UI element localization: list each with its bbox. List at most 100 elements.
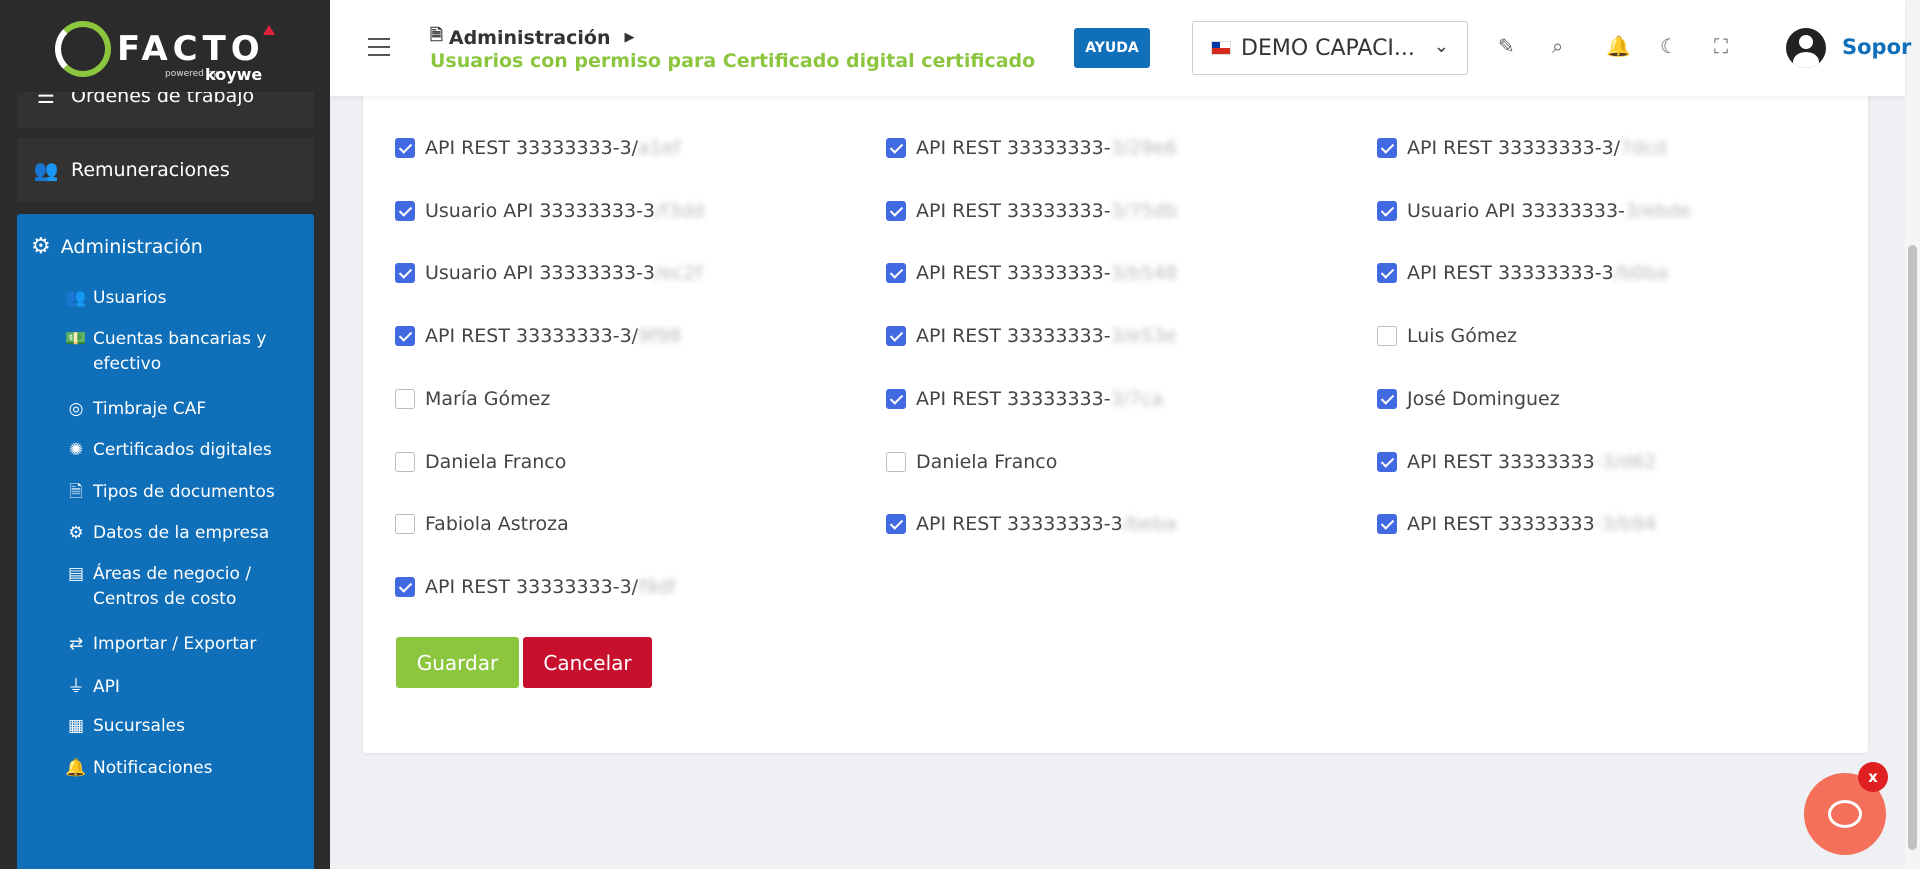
checkbox-checked[interactable] (395, 138, 415, 158)
user-checkbox[interactable]: API REST 33333333-3/d62 (1377, 451, 1656, 473)
logo-accent-icon (263, 25, 275, 35)
sidebar-subitem[interactable]: ⏚ API (65, 675, 305, 700)
user-name[interactable]: Sopor (1842, 35, 1911, 59)
edit-icon[interactable]: ✎ (1498, 34, 1515, 58)
checkbox-checked[interactable] (1377, 138, 1397, 158)
bell-icon: 🔔 (65, 758, 87, 778)
checkbox-checked[interactable] (395, 577, 415, 597)
checkbox-checked[interactable] (886, 326, 906, 346)
user-checkbox[interactable]: API REST 33333333-3/a1ef (395, 137, 680, 159)
sidebar-subitem[interactable]: ✺ Certificados digitales (65, 438, 305, 463)
checkbox-label: API REST 33333333-3/b548 (916, 262, 1177, 284)
user-name-prefix: API REST 33333333-3 (1407, 262, 1614, 284)
sidebar-subitem-label: Datos de la empresa (93, 523, 270, 543)
user-name-prefix: API REST 33333333- (916, 388, 1111, 410)
moon-icon[interactable]: ☾ (1660, 34, 1678, 58)
user-checkbox[interactable]: API REST 33333333-3/b0ba (1377, 262, 1668, 284)
user-name-prefix: José Dominguez (1407, 388, 1560, 410)
gear-icon: ⚙ (68, 523, 84, 543)
sidebar-subitem[interactable]: 💵 Cuentas bancarias y efectivo (65, 327, 305, 377)
cancel-button[interactable]: Cancelar (523, 637, 652, 688)
checkbox-unchecked[interactable] (395, 514, 415, 534)
caret-right-icon: ▶ (624, 30, 635, 45)
user-checkbox[interactable]: Usuario API 33333333-3/ebde (1377, 200, 1691, 222)
user-checkbox[interactable]: API REST 33333333-3/7dcd (1377, 137, 1667, 159)
checkbox-checked[interactable] (886, 138, 906, 158)
user-checkbox[interactable]: Usuario API 33333333-3/ec2f (395, 262, 702, 284)
checkbox-unchecked[interactable] (1377, 326, 1397, 346)
checkbox-checked[interactable] (395, 263, 415, 283)
user-name-redacted: f9df (638, 576, 676, 598)
sidebar-subitem[interactable]: ▦ Sucursales (65, 714, 305, 739)
checkbox-unchecked[interactable] (886, 452, 906, 472)
user-name-redacted: 7dcd (1620, 137, 1667, 159)
user-checkbox[interactable]: API REST 33333333-3/b548 (886, 262, 1177, 284)
user-checkbox[interactable]: Luis Gómez (1377, 325, 1517, 347)
user-checkbox[interactable]: Daniela Franco (395, 451, 566, 473)
sidebar-item-administracion[interactable]: ⚙ Administración (31, 234, 203, 259)
checkbox-checked[interactable] (1377, 389, 1397, 409)
fullscreen-icon[interactable]: ⛶ (1714, 34, 1728, 58)
cogs-icon: ⚙ (31, 234, 51, 259)
sidebar-subitem[interactable]: ▤ Áreas de negocio / Centros de costo (65, 562, 305, 612)
checkbox-checked[interactable] (1377, 201, 1397, 221)
scrollbar-thumb[interactable] (1908, 245, 1917, 850)
checkbox-checked[interactable] (1377, 514, 1397, 534)
user-checkbox[interactable]: API REST 33333333-3/9f98 (395, 325, 681, 347)
user-name-redacted: a1ef (638, 137, 681, 159)
checkbox-label: Luis Gómez (1407, 325, 1517, 347)
checkbox-unchecked[interactable] (395, 452, 415, 472)
checkbox-checked[interactable] (1377, 452, 1397, 472)
sidebar-subitem[interactable]: 🔔 Notificaciones (65, 756, 305, 781)
user-name-prefix: Daniela Franco (425, 451, 567, 473)
company-select[interactable]: DEMO CAPACI... ⌄ (1192, 21, 1468, 75)
chat-close-button[interactable]: x (1858, 762, 1888, 792)
user-checkbox[interactable]: API REST 33333333-3/f9df (395, 576, 676, 598)
user-checkbox[interactable]: API REST 33333333-3/beba (886, 513, 1177, 535)
user-name-redacted: /beba (1122, 513, 1177, 535)
building-icon: ▦ (67, 716, 85, 736)
save-button[interactable]: Guardar (396, 637, 519, 688)
user-checkbox[interactable]: Usuario API 33333333-3/f3dd (395, 200, 704, 222)
checkbox-unchecked[interactable] (395, 389, 415, 409)
help-button[interactable]: AYUDA (1074, 28, 1150, 68)
checkbox-checked[interactable] (395, 201, 415, 221)
checkbox-checked[interactable] (886, 263, 906, 283)
user-checkbox[interactable]: API REST 33333333-3/75db (886, 200, 1177, 222)
search-icon[interactable]: ⌕ (1552, 34, 1563, 58)
facto-logo[interactable]: FACTO powered by koywe (0, 0, 330, 92)
user-checkbox[interactable]: Fabiola Astroza (395, 513, 569, 535)
sidebar-subitem[interactable]: ⚙ Datos de la empresa (65, 521, 305, 546)
user-name-redacted: 3/7ca (1110, 388, 1164, 410)
sidebar-subitem[interactable]: 👥 Usuarios (65, 286, 305, 311)
checkbox-label: Daniela Franco (425, 451, 566, 473)
chevron-down-icon: ⌄ (1433, 36, 1449, 57)
user-checkbox[interactable]: María Gómez (395, 388, 550, 410)
hamburger-menu-icon[interactable] (368, 38, 390, 56)
user-name-prefix: Fabiola Astroza (425, 513, 569, 535)
top-header: 🗎 Administración ▶ Usuarios con permiso … (330, 0, 1911, 96)
checkbox-checked[interactable] (395, 326, 415, 346)
sidebar-subitem[interactable]: ◎ Timbraje CAF (65, 397, 305, 422)
checkbox-checked[interactable] (1377, 263, 1397, 283)
sidebar-subitem[interactable]: 🗎 Tipos de documentos (65, 480, 305, 505)
sidebar-subitem[interactable]: ⇄ Importar / Exportar (65, 632, 305, 657)
user-checkbox[interactable]: API REST 33333333-3/29e6 (886, 137, 1177, 159)
user-checkbox[interactable]: Daniela Franco (886, 451, 1057, 473)
user-checkbox[interactable]: API REST 33333333-3/7ca (886, 388, 1163, 410)
checkbox-label: API REST 33333333-3/9f98 (425, 325, 681, 347)
user-name-prefix: API REST 33333333-3/ (425, 137, 639, 159)
user-checkbox[interactable]: API REST 33333333-3/e53e (886, 325, 1177, 347)
user-checkbox[interactable]: API REST 33333333-3/b94 (1377, 513, 1656, 535)
avatar[interactable] (1786, 28, 1826, 68)
bell-icon[interactable]: 🔔 (1606, 34, 1631, 58)
user-name-redacted: 3/ebde (1624, 200, 1691, 222)
user-checkbox[interactable]: José Dominguez (1377, 388, 1560, 410)
checkbox-checked[interactable] (886, 201, 906, 221)
breadcrumb[interactable]: 🗎 Administración ▶ (430, 24, 634, 51)
checkbox-checked[interactable] (886, 514, 906, 534)
sidebar-item-remuneraciones[interactable]: 👥 Remuneraciones (17, 138, 314, 202)
user-name-prefix: API REST 33333333 (1407, 513, 1595, 535)
checkbox-checked[interactable] (886, 389, 906, 409)
sidebar-subitem-label: API (93, 677, 120, 697)
